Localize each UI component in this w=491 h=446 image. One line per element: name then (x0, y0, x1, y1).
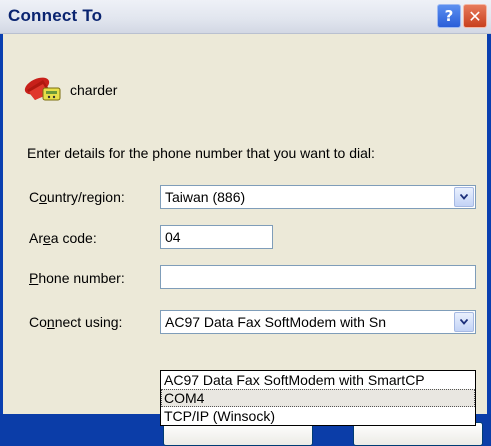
connect-using-select[interactable]: AC97 Data Fax SoftModem with Sn (160, 310, 476, 334)
connect-using-label: Connect using: (29, 314, 123, 330)
connect-to-dialog: Connect To ? ✕ charder Enter details for… (0, 0, 491, 446)
country-region-label: Country/region: (29, 189, 125, 205)
area-code-label: Area code: (29, 230, 97, 246)
country-region-value: Taiwan (886) (165, 189, 246, 205)
country-region-select[interactable]: Taiwan (886) (160, 185, 476, 209)
connection-name: charder (70, 82, 118, 98)
chevron-down-icon (460, 319, 468, 325)
dropdown-option-modem[interactable]: AC97 Data Fax SoftModem with SmartCP (161, 371, 475, 389)
area-code-input[interactable]: 04 (160, 225, 273, 249)
connect-using-value: AC97 Data Fax SoftModem with Sn (165, 314, 386, 330)
chevron-down-icon (460, 194, 468, 200)
connect-using-dropdown-button[interactable] (454, 312, 474, 332)
telephone-modem-icon (24, 77, 61, 101)
country-dropdown-button[interactable] (454, 187, 474, 207)
connect-using-dropdown-list: AC97 Data Fax SoftModem with SmartCP COM… (160, 370, 476, 426)
phone-number-input[interactable] (160, 265, 476, 289)
title-bar[interactable]: Connect To ? ✕ (0, 0, 491, 34)
help-button[interactable]: ? (437, 4, 461, 28)
dropdown-option-com4[interactable]: COM4 (161, 389, 475, 407)
dropdown-option-tcpip[interactable]: TCP/IP (Winsock) (161, 407, 475, 425)
close-button[interactable]: ✕ (463, 4, 487, 28)
dialog-title: Connect To (8, 6, 103, 25)
instructions-text: Enter details for the phone number that … (27, 145, 375, 161)
dialog-body: charder Enter details for the phone numb… (3, 34, 487, 446)
phone-number-label: Phone number: (29, 270, 125, 286)
